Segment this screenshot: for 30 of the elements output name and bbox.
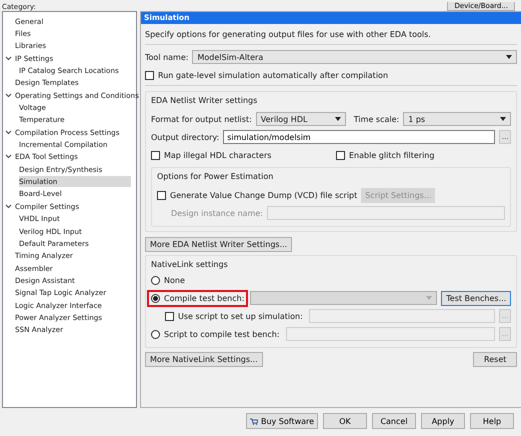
group-title: EDA Netlist Writer settings [151, 95, 258, 107]
dialog-button[interactable]: Apply [421, 413, 465, 429]
tool-name-dropdown[interactable]: ModelSim-Altera [192, 50, 518, 64]
group-title: NativeLink settings [151, 259, 229, 271]
instance-name-label: Design instance name: [171, 208, 263, 218]
description-text: Specify options for generating output files for use with other EDA tools. [145, 24, 518, 45]
option-label: Script to compile test bench: [164, 330, 280, 338]
test-benches-button[interactable]: Test Benches... [441, 290, 512, 306]
option-label: None [164, 276, 185, 284]
more-netlist-settings-button[interactable]: More EDA Netlist Writer Settings... [145, 237, 292, 252]
reset-button[interactable]: Reset [473, 352, 518, 366]
checkbox-label: Map illegal HDL characters [164, 150, 272, 160]
dialog-button[interactable]: Help [470, 413, 514, 429]
time-scale-label: Time scale: [354, 114, 400, 124]
tool-name-label: Tool name: [145, 52, 188, 62]
time-scale-dropdown[interactable]: 1 ps [403, 112, 512, 126]
option-label: Use script to set up simulation: [178, 312, 303, 320]
checkbox-label: Enable glitch filtering [349, 150, 434, 160]
buy-software-button[interactable]: Buy Software [246, 413, 318, 429]
checkbox-label: Run gate-level simulation automatically after compilation [158, 71, 388, 80]
group-title: Options for Power Estimation [157, 171, 274, 183]
more-nativelink-settings-button[interactable]: More NativeLink Settings... [145, 352, 263, 366]
dialog-button[interactable]: OK [323, 413, 367, 429]
output-directory-label: Output directory: [151, 132, 220, 142]
dialog-button[interactable]: Cancel [372, 413, 416, 429]
output-directory-field[interactable]: simulation/modelsim [223, 130, 496, 144]
format-dropdown[interactable]: Verilog HDL [256, 112, 346, 126]
option-label: Compile test bench: [164, 294, 244, 302]
format-label: Format for output netlist: [151, 114, 252, 124]
checkbox-label: Generate Value Change Dump (VCD) file script [170, 190, 358, 200]
